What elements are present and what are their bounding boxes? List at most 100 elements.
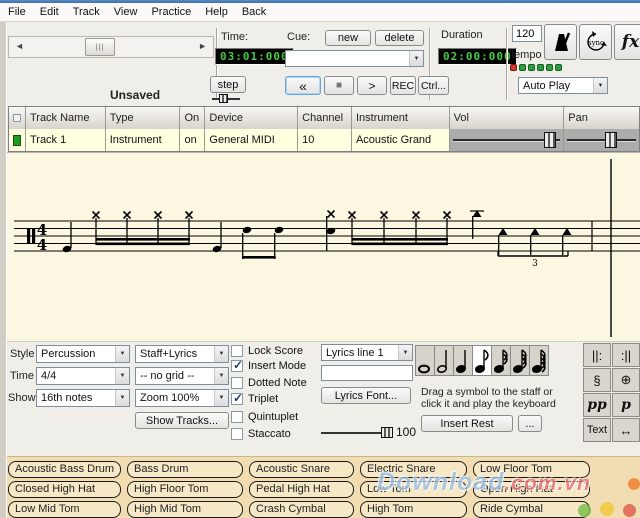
checkbox-staccato[interactable]: Staccato: [231, 427, 291, 441]
pianissimo-button[interactable]: pp: [583, 393, 611, 417]
pan-slider-thumb[interactable]: [605, 132, 617, 148]
menu-item-track[interactable]: Track: [73, 6, 100, 18]
checkbox-lock-score[interactable]: Lock Score: [231, 344, 303, 358]
menu-item-help[interactable]: Help: [205, 6, 228, 18]
pan-slider[interactable]: [564, 129, 639, 151]
track-type-cell[interactable]: Instrument: [106, 129, 181, 151]
segno-button[interactable]: §: [583, 368, 611, 392]
velocity-slider-thumb[interactable]: [381, 427, 393, 438]
checkbox-triplet[interactable]: Triplet: [231, 392, 278, 406]
unchecked-checkbox-icon[interactable]: [231, 411, 243, 423]
col-channel[interactable]: Channel: [298, 107, 352, 129]
cue-new-button[interactable]: new: [325, 30, 371, 46]
stop-button[interactable]: ■: [324, 76, 354, 95]
tempo-input[interactable]: [512, 25, 542, 42]
drum-pad-closed-high-hat[interactable]: Closed High Hat: [8, 481, 121, 498]
view-mode-select[interactable]: Staff+Lyrics ▼: [135, 345, 229, 363]
track-on-cell[interactable]: on: [180, 129, 205, 151]
zoom-select[interactable]: Zoom 100% ▼: [135, 389, 229, 407]
sixty-fourth-note-button[interactable]: [529, 345, 549, 376]
velocity-slider-track[interactable]: [321, 432, 384, 434]
menu-item-back[interactable]: Back: [242, 6, 266, 18]
scrollbar-thumb[interactable]: |||: [85, 38, 115, 56]
repeat-end-button[interactable]: :||: [612, 343, 640, 367]
volume-slider[interactable]: [450, 129, 565, 151]
track-device-cell[interactable]: General MIDI: [205, 129, 298, 151]
sixteenth-note-button[interactable]: [491, 345, 511, 376]
thirty-second-note-button[interactable]: [510, 345, 530, 376]
drum-pad-high-floor-tom[interactable]: High Floor Tom: [127, 481, 243, 498]
col-vol[interactable]: Vol: [450, 107, 565, 129]
table-row[interactable]: Track 1 Instrument on General MIDI 10 Ac…: [9, 129, 639, 151]
col-instrument[interactable]: Instrument: [352, 107, 450, 129]
drum-pad-acoustic-snare[interactable]: Acoustic Snare: [249, 461, 354, 478]
eighth-note-button[interactable]: [472, 345, 492, 376]
col-device[interactable]: Device: [205, 107, 298, 129]
header-select-all[interactable]: [9, 107, 26, 129]
lyrics-line-select[interactable]: Lyrics line 1 ▼: [321, 344, 413, 361]
menu-item-edit[interactable]: Edit: [40, 6, 59, 18]
quarter-note-button[interactable]: [453, 345, 473, 376]
repeat-start-button[interactable]: ||:: [583, 343, 611, 367]
record-button[interactable]: REC: [390, 76, 416, 95]
half-note-button[interactable]: [434, 345, 454, 376]
scroll-left-icon[interactable]: ◄: [15, 41, 24, 51]
show-notes-select[interactable]: 16th notes ▼: [36, 389, 130, 407]
sync-button[interactable]: sync: [579, 24, 612, 60]
checked-checkbox-icon[interactable]: [231, 393, 243, 405]
arrow-button[interactable]: ↔: [612, 418, 640, 442]
fx-button[interactable]: fx: [614, 24, 640, 60]
drum-pad-ride-cymbal[interactable]: Ride Cymbal: [473, 501, 590, 518]
lyrics-font-button[interactable]: Lyrics Font...: [321, 387, 411, 404]
track-instrument-cell[interactable]: Acoustic Grand: [352, 129, 450, 151]
metronome-button[interactable]: [544, 24, 577, 60]
cue-delete-button[interactable]: delete: [375, 30, 424, 46]
unchecked-checkbox-icon[interactable]: [231, 377, 243, 389]
score-area[interactable]: 443: [0, 152, 640, 341]
rewind-button[interactable]: «: [285, 76, 321, 95]
checked-checkbox-icon[interactable]: [231, 360, 243, 372]
coda-button[interactable]: ⊕: [612, 368, 640, 392]
drum-pad-low-mid-tom[interactable]: Low Mid Tom: [8, 501, 121, 518]
col-track-name[interactable]: Track Name: [26, 107, 106, 129]
checkbox-quintuplet[interactable]: Quintuplet: [231, 410, 298, 424]
drum-pad-acoustic-bass-drum[interactable]: Acoustic Bass Drum: [8, 461, 121, 478]
style-select[interactable]: Percussion ▼: [36, 345, 130, 363]
drum-pad-high-mid-tom[interactable]: High Mid Tom: [127, 501, 243, 518]
show-tracks-button[interactable]: Show Tracks...: [135, 412, 229, 429]
auto-play-select[interactable]: Auto Play ▼: [518, 77, 608, 94]
col-on[interactable]: On: [180, 107, 205, 129]
ctrl-button[interactable]: Ctrl...: [418, 76, 449, 95]
unchecked-checkbox-icon[interactable]: [231, 345, 243, 357]
drum-pad-high-tom[interactable]: High Tom: [360, 501, 467, 518]
drum-pad-crash-cymbal[interactable]: Crash Cymbal: [249, 501, 354, 518]
time-sig-select[interactable]: 4/4 ▼: [36, 367, 130, 385]
whole-note-button[interactable]: [415, 345, 435, 376]
menu-item-view[interactable]: View: [114, 6, 138, 18]
play-button[interactable]: >: [357, 76, 387, 95]
col-type[interactable]: Type: [106, 107, 181, 129]
col-pan[interactable]: Pan: [564, 107, 639, 129]
checkbox-insert-mode[interactable]: Insert Mode: [231, 359, 306, 373]
track-channel-cell[interactable]: 10: [298, 129, 352, 151]
song-position-scrollbar[interactable]: ◄ ||| ►: [8, 36, 214, 58]
lyrics-input[interactable]: [321, 365, 413, 381]
drum-pad-bass-drum[interactable]: Bass Drum: [127, 461, 243, 478]
more-options-button[interactable]: ...: [518, 415, 542, 432]
track-name-cell[interactable]: Track 1: [26, 129, 106, 151]
insert-rest-button[interactable]: Insert Rest: [421, 415, 513, 432]
step-slider-thumb[interactable]: [219, 94, 228, 103]
unchecked-checkbox-icon[interactable]: [231, 428, 243, 440]
grid-select[interactable]: -- no grid -- ▼: [135, 367, 229, 385]
menu-item-practice[interactable]: Practice: [151, 6, 191, 18]
track-select-cell[interactable]: [9, 129, 26, 151]
cue-select[interactable]: ▼: [285, 50, 424, 67]
menu-item-file[interactable]: File: [8, 6, 26, 18]
text-button[interactable]: Text: [583, 418, 611, 442]
volume-slider-thumb[interactable]: [544, 132, 556, 148]
drum-pad-pedal-high-hat[interactable]: Pedal High Hat: [249, 481, 354, 498]
step-button[interactable]: step: [210, 76, 246, 93]
piano-button[interactable]: p: [612, 393, 640, 417]
scroll-right-icon[interactable]: ►: [198, 41, 207, 51]
checkbox-dotted-note[interactable]: Dotted Note: [231, 376, 307, 390]
